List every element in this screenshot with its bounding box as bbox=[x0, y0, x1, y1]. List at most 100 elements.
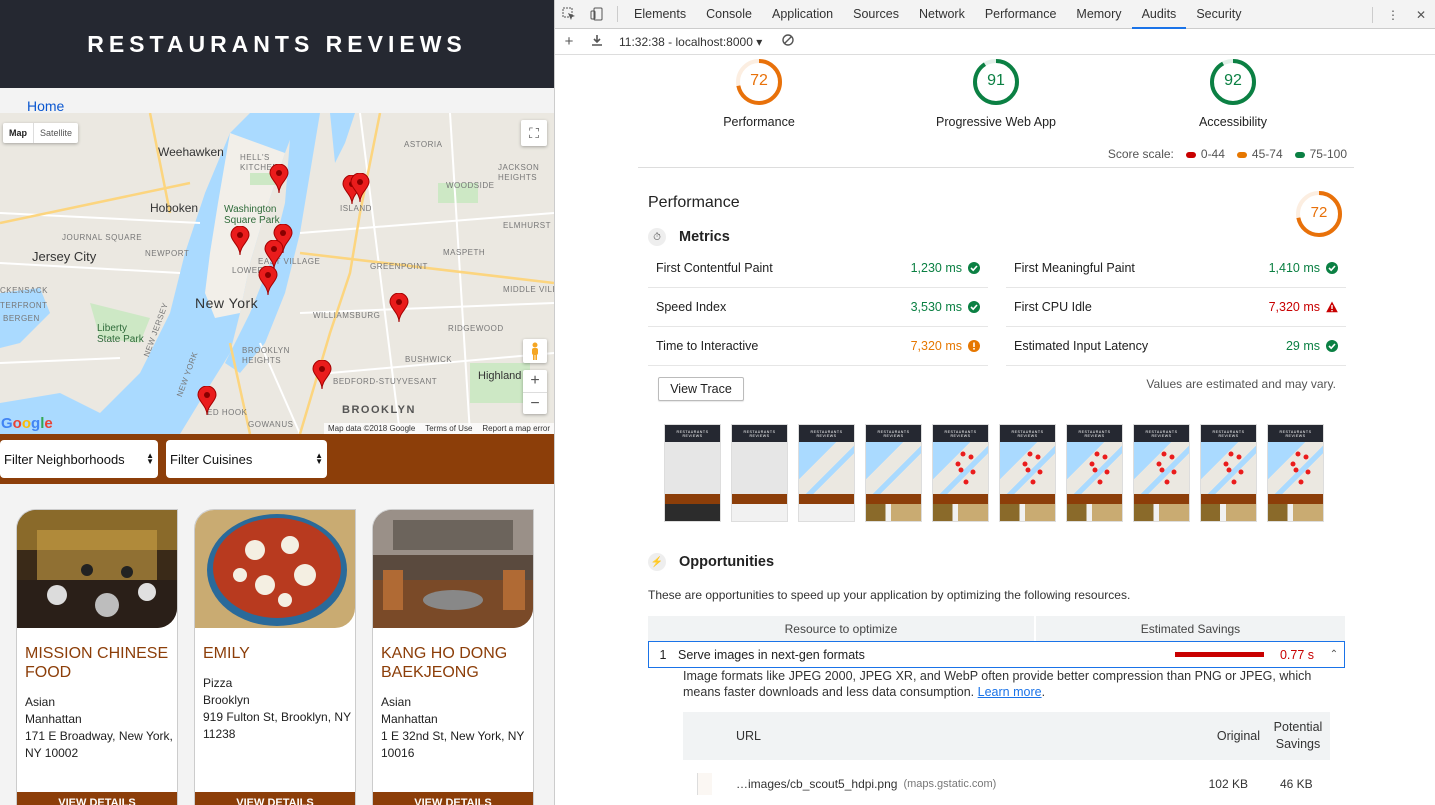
tab-network[interactable]: Network bbox=[909, 0, 975, 29]
inspect-element-icon[interactable] bbox=[555, 0, 583, 29]
street-view-button[interactable] bbox=[523, 339, 547, 363]
close-icon[interactable]: ✕ bbox=[1407, 0, 1435, 29]
map-tab[interactable]: Map bbox=[3, 123, 33, 143]
map-label-ackensack: CKENSACK bbox=[0, 286, 49, 295]
gauge-label: Accessibility bbox=[1198, 115, 1268, 129]
map-label-newport: NEWPORT bbox=[145, 249, 190, 258]
map-marker[interactable] bbox=[350, 173, 370, 203]
download-report-icon[interactable] bbox=[583, 33, 611, 50]
map-label-jackson-heights: JACKSON HEIGHTS bbox=[498, 163, 540, 182]
gauge-performance[interactable]: 72 Performance bbox=[679, 58, 839, 129]
frame-cards bbox=[866, 504, 921, 521]
restaurant-card: EMILY Pizza Brooklyn 919 Fulton St, Broo… bbox=[194, 509, 356, 805]
restaurant-neighborhood: Manhattan bbox=[381, 712, 438, 726]
tab-audits[interactable]: Audits bbox=[1131, 0, 1187, 29]
breadcrumb: Home bbox=[0, 88, 554, 114]
filmstrip: RESTAURANTS REVIEWS RESTAURANTS REVIEWS RE… bbox=[664, 424, 1324, 522]
report-selector[interactable]: 11:32:38 - localhost:8000 ▾ bbox=[619, 35, 762, 49]
frame-filter-bar bbox=[1134, 494, 1189, 504]
view-details-button[interactable]: VIEW DETAILS bbox=[17, 792, 177, 805]
breadcrumb-home-link[interactable]: Home bbox=[27, 98, 64, 114]
map-label-bedford: BEDFORD-STUYVESANT bbox=[333, 377, 438, 386]
fail-icon bbox=[1326, 301, 1338, 313]
view-trace-button[interactable]: View Trace bbox=[658, 377, 744, 401]
gauge-pwa[interactable]: 91 Progressive Web App bbox=[916, 58, 1076, 129]
chevron-up-icon[interactable]: ⌃ bbox=[1324, 649, 1344, 660]
view-details-button[interactable]: VIEW DETAILS bbox=[373, 792, 533, 805]
scale-range: 75-100 bbox=[1309, 147, 1347, 161]
map-marker[interactable] bbox=[230, 226, 250, 256]
gauge-label: Performance bbox=[723, 115, 795, 129]
map-marker[interactable] bbox=[197, 386, 217, 416]
divider bbox=[617, 6, 618, 22]
frame-header: RESTAURANTS REVIEWS bbox=[1000, 425, 1055, 442]
tab-performance[interactable]: Performance bbox=[975, 0, 1067, 29]
satellite-tab[interactable]: Satellite bbox=[33, 123, 78, 143]
map-marker[interactable] bbox=[389, 293, 409, 323]
restaurant-card: KANG HO DONG BAEKJEONG Asian Manhattan 1… bbox=[372, 509, 534, 805]
app-header: RESTAURANTS REVIEWS bbox=[0, 0, 554, 88]
score-scale-label: Score scale: bbox=[1107, 147, 1174, 161]
new-audit-icon[interactable]: + bbox=[555, 33, 583, 50]
frame-filter-bar bbox=[1000, 494, 1055, 504]
tab-application[interactable]: Application bbox=[762, 0, 843, 29]
map[interactable]: Weehawken Hoboken Jersey City Washington… bbox=[0, 113, 554, 434]
frame-cards bbox=[1268, 504, 1323, 521]
neighborhood-select[interactable]: Filter Neighborhoods ▲ ▼ bbox=[0, 440, 158, 478]
opportunity-row[interactable]: 1 Serve images in next-gen formats 0.77 … bbox=[648, 641, 1345, 668]
frame-header: RESTAURANTS REVIEWS bbox=[1201, 425, 1256, 442]
tab-security[interactable]: Security bbox=[1186, 0, 1251, 29]
restaurant-neighborhood: Manhattan bbox=[25, 712, 82, 726]
url-table-row: …images/cb_scout5_hdpi.png (maps.gstatic… bbox=[683, 760, 1330, 805]
col-savings: Estimated Savings bbox=[1036, 616, 1345, 641]
gauge-score: 72 bbox=[1310, 204, 1328, 221]
metric-value: 1,410 ms bbox=[1268, 261, 1320, 275]
frame-cards bbox=[1201, 504, 1256, 521]
fullscreen-button[interactable]: ⛶ bbox=[521, 120, 547, 146]
fullscreen-icon: ⛶ bbox=[529, 124, 539, 141]
frame-body bbox=[1268, 442, 1323, 494]
map-marker[interactable] bbox=[258, 266, 278, 296]
map-label-bergen: BERGEN bbox=[3, 314, 40, 323]
opportunities-title: Opportunities bbox=[679, 554, 775, 570]
performance-score-gauge: 72 bbox=[1295, 190, 1343, 238]
scale-swatch bbox=[1185, 151, 1196, 158]
tab-console[interactable]: Console bbox=[696, 0, 762, 29]
google-logo: Google bbox=[1, 415, 53, 432]
restaurant-neighborhood: Brooklyn bbox=[203, 693, 250, 707]
tab-elements[interactable]: Elements bbox=[624, 0, 696, 29]
map-label-woodside: WOODSIDE bbox=[446, 181, 495, 190]
col-resource: Resource to optimize bbox=[648, 616, 1034, 641]
more-options-icon[interactable]: ⋮ bbox=[1379, 0, 1407, 29]
frame-cards bbox=[933, 504, 988, 521]
tab-sources[interactable]: Sources bbox=[843, 0, 909, 29]
map-marker[interactable] bbox=[269, 164, 289, 194]
tab-memory[interactable]: Memory bbox=[1066, 0, 1131, 29]
frame-body bbox=[799, 442, 854, 494]
estimate-note: Values are estimated and may vary. bbox=[1146, 377, 1336, 391]
metric-name: Estimated Input Latency bbox=[1014, 339, 1149, 353]
gauge-score: 72 bbox=[750, 72, 768, 89]
view-details-button[interactable]: VIEW DETAILS bbox=[195, 792, 355, 805]
savings-bar bbox=[1175, 652, 1264, 657]
map-marker[interactable] bbox=[312, 360, 332, 390]
frame-cards bbox=[1134, 504, 1189, 521]
url-table: URL Original Potential Savings …images/c… bbox=[683, 712, 1330, 805]
scale-swatch bbox=[1236, 151, 1247, 158]
learn-more-link[interactable]: Learn more bbox=[978, 685, 1042, 699]
report-map-error-link[interactable]: Report a map error bbox=[482, 424, 550, 433]
terms-link[interactable]: Terms of Use bbox=[425, 424, 472, 433]
map-label-new-york: New York bbox=[195, 295, 259, 311]
cuisine-select[interactable]: Filter Cuisines ▲ ▼ bbox=[166, 440, 327, 478]
clear-icon[interactable] bbox=[774, 33, 802, 50]
frame-header: RESTAURANTS REVIEWS bbox=[933, 425, 988, 442]
zoom-out-button[interactable]: − bbox=[523, 392, 547, 414]
frame-header: RESTAURANTS REVIEWS bbox=[1134, 425, 1189, 442]
zoom-in-button[interactable]: + bbox=[523, 370, 547, 392]
opportunities-description: These are opportunities to speed up your… bbox=[648, 588, 1131, 602]
resource-url[interactable]: …images/cb_scout5_hdpi.png bbox=[736, 777, 897, 791]
gauge-accessibility[interactable]: 92 Accessibility bbox=[1153, 58, 1313, 129]
average-icon bbox=[968, 340, 980, 352]
metric-value-wrap: 7,320 ms bbox=[911, 339, 980, 353]
device-toolbar-icon[interactable] bbox=[583, 0, 611, 29]
